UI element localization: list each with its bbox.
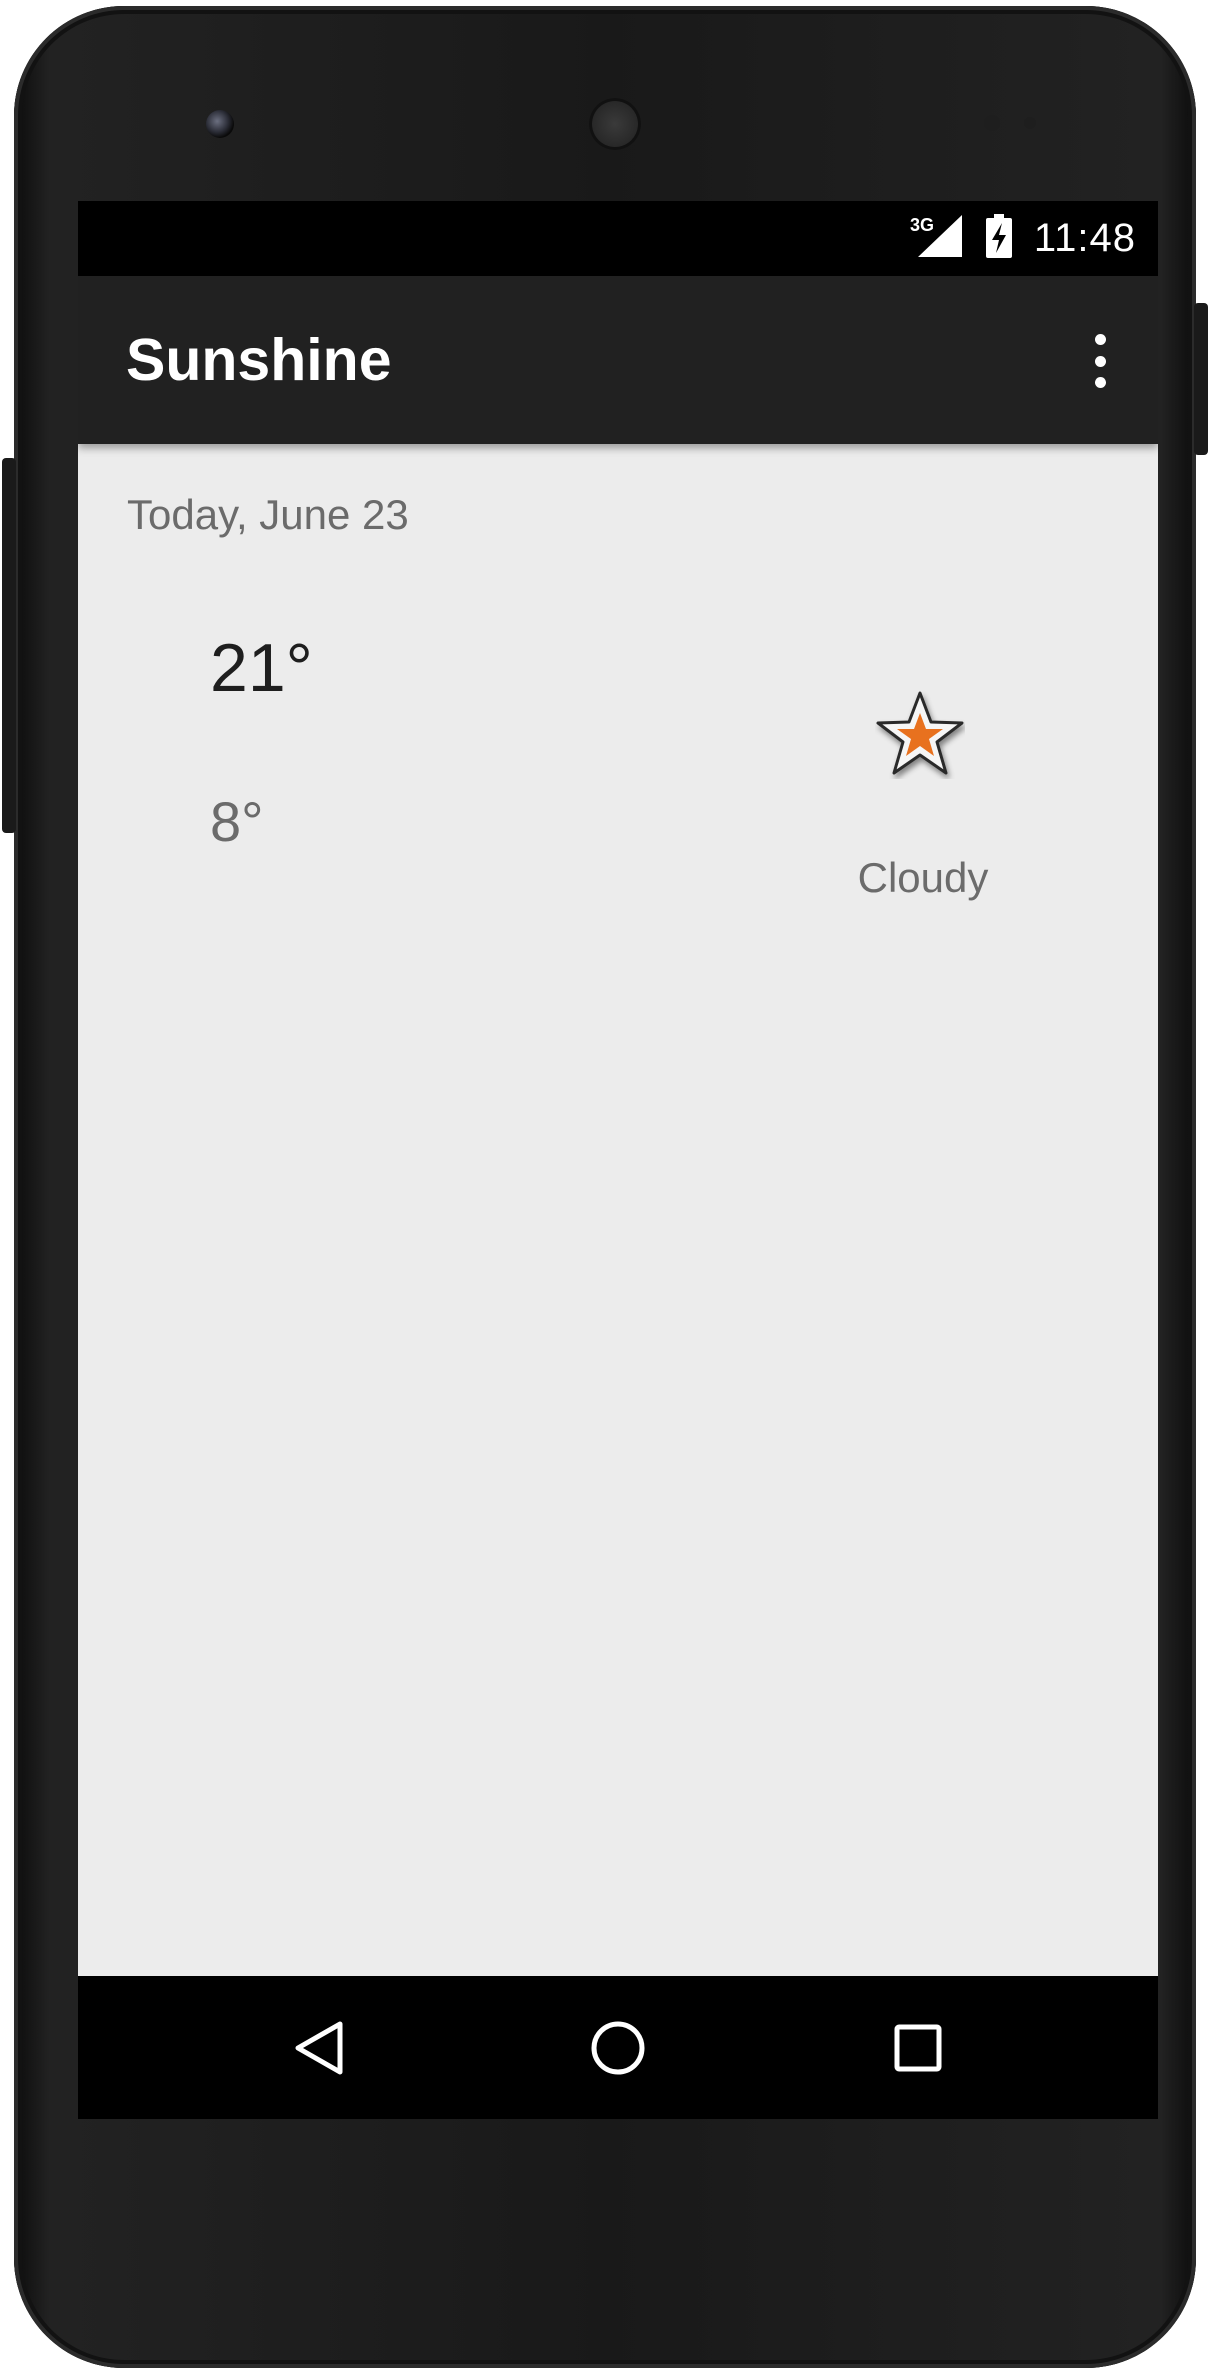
phone-frame: 3G 11:48 Sunshine Today, June 23 21° 8° … [14,6,1196,2368]
device-screen: 3G 11:48 Sunshine Today, June 23 21° 8° … [78,201,1158,2119]
front-camera [206,110,234,138]
earpiece-speaker [589,98,641,150]
home-circle-icon [591,2021,645,2074]
battery-charging-icon [984,213,1014,264]
status-time: 11:48 [1033,216,1136,260]
app-title: Sunshine [126,327,392,393]
low-temperature: 8° [210,790,264,853]
app-bar: Sunshine [78,276,1158,444]
home-button[interactable] [558,1976,678,2119]
svg-text:3G: 3G [910,215,934,235]
navigation-bar [78,1976,1158,2119]
detail-content: Today, June 23 21° 8° Cloudy [78,444,1158,1976]
power-button [1194,303,1208,455]
weather-condition: Cloudy [857,854,989,901]
light-sensor [1024,117,1036,129]
status-icons: 3G 11:48 [908,201,1136,276]
proximity-sensor [984,115,1000,131]
more-vert-icon [1094,334,1106,345]
signal-3g-icon: 3G [908,213,964,264]
back-button[interactable] [260,1976,380,2119]
high-temperature: 21° [210,630,313,706]
back-triangle-icon [295,2021,343,2074]
star-icon [875,689,965,779]
forecast-date: Today, June 23 [127,491,409,538]
recents-square-icon [894,2024,942,2071]
overflow-menu-button[interactable] [1082,334,1118,388]
volume-button [2,458,16,833]
recents-button[interactable] [858,1976,978,2119]
status-bar: 3G 11:48 [78,201,1158,276]
